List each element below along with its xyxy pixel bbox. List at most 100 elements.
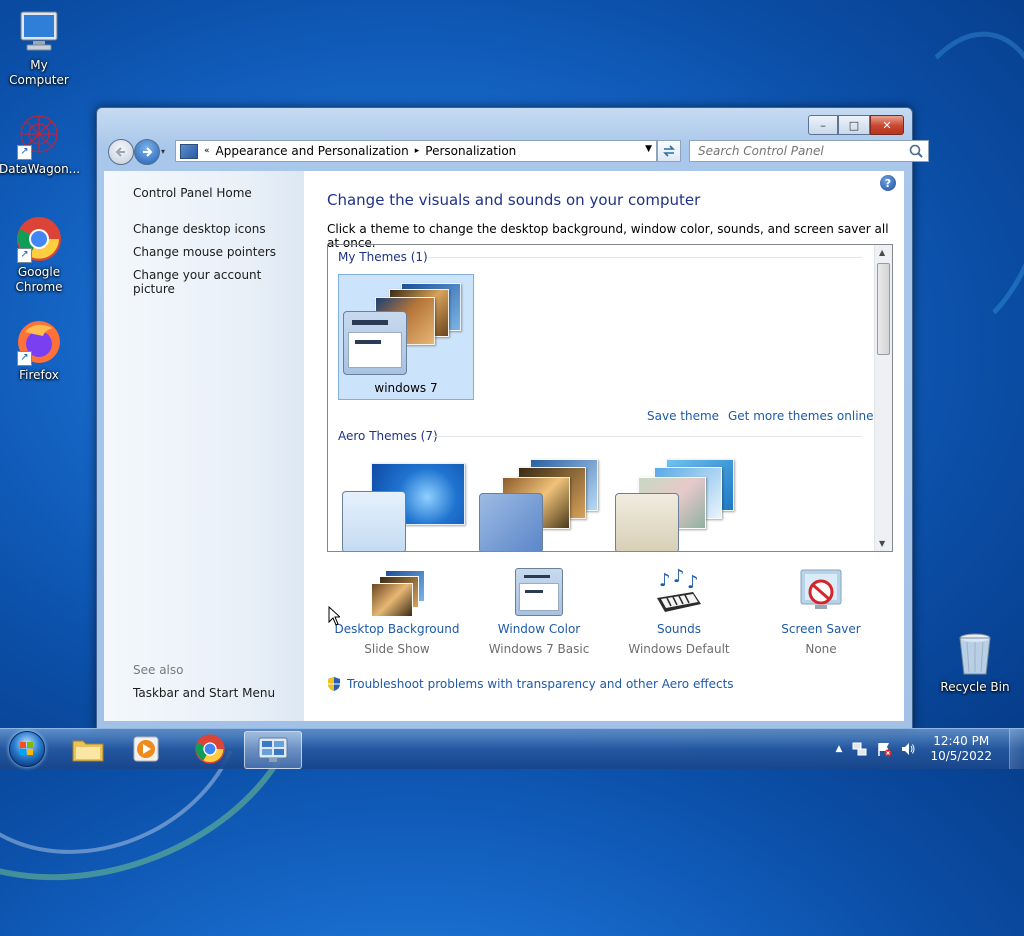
refresh-button[interactable] (657, 140, 681, 162)
desktop-icon-recycle-bin[interactable]: Recycle Bin (935, 630, 1015, 695)
theme-list-scrollbar[interactable]: ▲ ▼ (874, 245, 892, 551)
search-input[interactable] (696, 143, 905, 159)
address-dropdown-icon[interactable]: ▼ (645, 144, 652, 154)
swatch-bar (352, 320, 388, 325)
shortcut-arrow-icon: ↗ (17, 248, 32, 263)
theme-windows-7[interactable]: windows 7 (338, 274, 474, 400)
theme-list: My Themes (1) windows 7 Save theme Get m… (327, 244, 893, 552)
minimize-button[interactable]: – (808, 115, 838, 135)
sidebar: Control Panel Home Change desktop icons … (104, 171, 304, 721)
show-hidden-icons-icon[interactable]: ▲ (836, 744, 843, 754)
desktop-background-value: Slide Show (364, 642, 430, 656)
computer-icon (15, 8, 63, 56)
address-overflow[interactable]: « (204, 146, 210, 156)
close-button[interactable]: ✕ (870, 115, 904, 135)
window-color-swatch (342, 491, 406, 551)
breadcrumb-appearance[interactable]: Appearance and Personalization (216, 144, 409, 158)
screen-saver-label[interactable]: Screen Saver (751, 622, 891, 636)
taskbar-chrome-button[interactable] (182, 731, 238, 767)
save-theme-link[interactable]: Save theme (647, 409, 719, 423)
window-color-setting[interactable]: Window Color Windows 7 Basic (469, 568, 609, 656)
show-desktop-button[interactable] (1009, 729, 1024, 769)
wc-frame (515, 568, 563, 616)
sounds-label[interactable]: Sounds (609, 622, 749, 636)
window-color-value: Windows 7 Basic (488, 642, 590, 656)
svg-text:♪: ♪ (659, 570, 671, 591)
sidebar-change-account-picture[interactable]: Change your account picture (133, 268, 304, 296)
folder-icon (72, 740, 104, 762)
maximize-button[interactable]: □ (838, 115, 870, 135)
wc-window (519, 583, 559, 611)
window-color-label[interactable]: Window Color (469, 622, 609, 636)
address-bar[interactable]: « Appearance and Personalization ▸ Perso… (175, 140, 657, 162)
taskbar-control-panel-button[interactable] (244, 731, 302, 769)
datawagon-icon: ↗ (15, 112, 63, 160)
desktop-icon-datawagon[interactable]: ↗ DataWagon... (0, 112, 81, 177)
shield-icon (328, 677, 340, 691)
main-panel: Change the visuals and sounds on your co… (327, 171, 904, 721)
search-box (689, 140, 929, 162)
volume-icon[interactable] (900, 741, 916, 757)
recent-pages-dropdown[interactable]: ▾ (161, 147, 169, 156)
wc-bar (524, 575, 550, 578)
breadcrumb-separator[interactable]: ▸ (415, 146, 420, 156)
troubleshoot-link[interactable]: Troubleshoot problems with transparency … (327, 676, 734, 692)
back-arrow-icon (115, 147, 125, 157)
wc-line (525, 590, 543, 593)
control-panel-icon (180, 143, 198, 159)
forward-button[interactable] (134, 139, 160, 165)
swatch-line (355, 340, 381, 344)
get-more-themes-link[interactable]: Get more themes online (728, 409, 874, 423)
troubleshoot-label[interactable]: Troubleshoot problems with transparency … (347, 677, 734, 691)
page-title: Change the visuals and sounds on your co… (327, 191, 701, 209)
desktop-background-label[interactable]: Desktop Background (327, 622, 467, 636)
search-icon[interactable] (908, 143, 924, 159)
forward-arrow-icon (143, 147, 153, 157)
window-color-swatch (479, 493, 543, 551)
window-color-icon (513, 568, 565, 616)
desktop-icon-label: DataWagon... (0, 162, 81, 176)
window-color-swatch (615, 493, 679, 551)
desktop-background-icon (371, 568, 425, 617)
group-divider (432, 436, 862, 437)
sounds-icon: ♪ ♪ ♪ (653, 566, 705, 616)
scrollbar-thumb[interactable] (877, 263, 890, 355)
sounds-setting[interactable]: ♪ ♪ ♪ Sounds Windows Default (609, 566, 749, 656)
chrome-icon: ↗ (15, 215, 63, 263)
sidebar-control-panel-home[interactable]: Control Panel Home (133, 186, 252, 200)
aero-themes-header: Aero Themes (7) (338, 429, 438, 443)
desktop-icon-google-chrome[interactable]: ↗ Google Chrome (0, 215, 79, 295)
desktop-icon-my-computer[interactable]: My Computer (0, 8, 79, 88)
svg-text:♪: ♪ (673, 568, 685, 587)
control-panel-icon (258, 737, 288, 762)
back-button[interactable] (108, 139, 134, 165)
chrome-icon (195, 734, 225, 764)
group-divider (428, 257, 862, 258)
breadcrumb-personalization[interactable]: Personalization (425, 144, 516, 158)
scroll-down-icon[interactable]: ▼ (879, 539, 885, 548)
theme-label: windows 7 (374, 381, 438, 395)
clock[interactable]: 12:40 PM 10/5/2022 (930, 734, 992, 764)
network-icon[interactable] (852, 741, 868, 757)
my-themes-header: My Themes (1) (338, 250, 428, 264)
screen-saver-setting[interactable]: Screen Saver None (751, 568, 891, 656)
scroll-up-icon[interactable]: ▲ (879, 248, 885, 257)
taskbar-media-player-button[interactable] (118, 731, 174, 767)
clock-time: 12:40 PM (933, 734, 990, 748)
start-button[interactable] (4, 730, 50, 768)
media-player-icon (133, 736, 159, 762)
swatch-window (348, 332, 402, 368)
desktop-icon-label: Firefox (19, 368, 59, 382)
bg-card (371, 583, 413, 617)
desktop-icon-firefox[interactable]: ↗ Firefox (0, 318, 79, 383)
desktop-icon-label: Recycle Bin (940, 680, 1010, 694)
sidebar-change-desktop-icons[interactable]: Change desktop icons (133, 222, 266, 236)
clock-date: 10/5/2022 (930, 749, 992, 763)
action-center-flag-icon[interactable] (876, 741, 892, 757)
sidebar-taskbar-start-menu[interactable]: Taskbar and Start Menu (133, 686, 275, 700)
shortcut-arrow-icon: ↗ (17, 145, 32, 160)
sidebar-change-mouse-pointers[interactable]: Change mouse pointers (133, 245, 276, 259)
desktop-background-setting[interactable]: Desktop Background Slide Show (327, 568, 467, 656)
screen-saver-value: None (805, 642, 837, 656)
taskbar-explorer-button[interactable] (60, 731, 116, 767)
